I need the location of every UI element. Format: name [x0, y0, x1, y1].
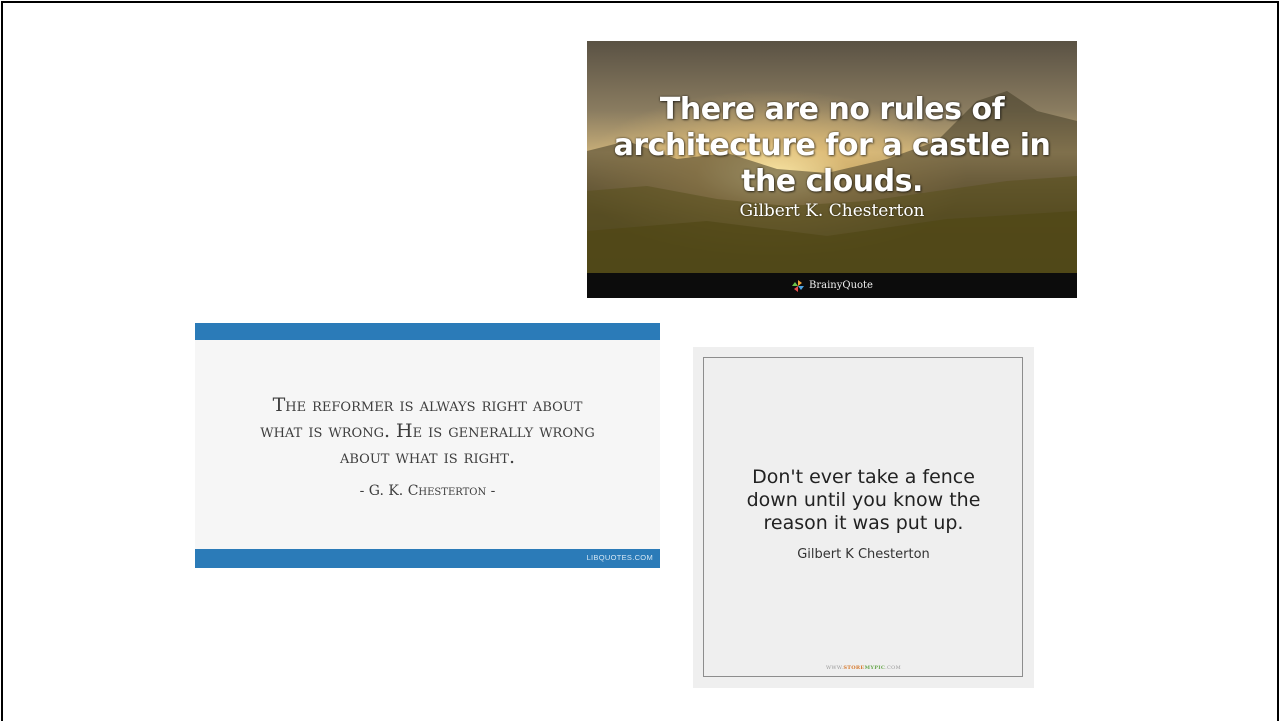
quote-image-reformer: The reformer is always right about what … — [195, 323, 660, 568]
quote-text: The reformer is always right about what … — [195, 392, 660, 470]
site-brand-b: MYPIC — [864, 665, 886, 671]
quote-line: architecture for a castle in — [613, 128, 1051, 163]
quote-image-castle-in-clouds: There are no rules of architecture for a… — [587, 41, 1077, 298]
quote-author: - G. K. Chesterton - — [359, 483, 496, 499]
quote-line: The reformer is always right about — [272, 394, 583, 416]
brand-bar: BrainyQuote — [587, 273, 1077, 298]
site-watermark: LIBQUOTES.COM — [586, 553, 653, 562]
quote-line: what is wrong. He is generally wrong — [260, 420, 595, 442]
quote-line: reason it was put up. — [763, 512, 964, 534]
quote-line: down until you know the — [746, 489, 981, 511]
quote-text: There are no rules of architecture for a… — [587, 92, 1077, 200]
quote-image-fence: Don't ever take a fence down until you k… — [693, 347, 1034, 688]
top-stripe — [195, 323, 660, 340]
quote-line: about what is right. — [339, 446, 516, 468]
site-suffix: .COM — [885, 665, 902, 671]
quote-author: Gilbert K Chesterton — [797, 547, 930, 562]
quote-line: There are no rules of — [659, 92, 1005, 127]
quote-author: Gilbert K. Chesterton — [739, 201, 925, 221]
site-watermark: WWW.STOREMYPIC.COM — [693, 665, 1034, 671]
brainyquote-pinwheel-icon — [792, 279, 804, 292]
quote-line: the clouds. — [741, 164, 923, 199]
quote-text: Don't ever take a fence down until you k… — [693, 466, 1034, 535]
quote-line: Don't ever take a fence — [752, 466, 975, 488]
site-prefix: WWW. — [825, 665, 844, 671]
brand-name: BrainyQuote — [809, 280, 873, 291]
site-brand-a: STORE — [843, 665, 865, 671]
